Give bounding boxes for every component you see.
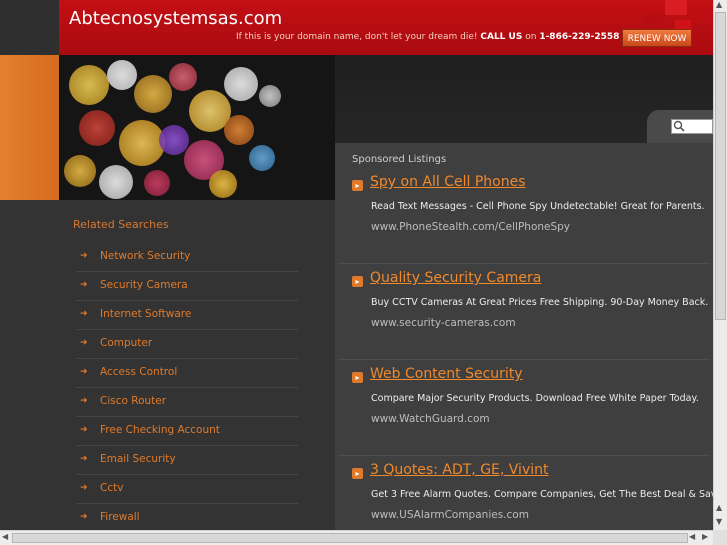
scroll-up-icon[interactable]: ▲	[716, 0, 722, 9]
listing-description: Buy CCTV Cameras At Great Prices Free Sh…	[371, 297, 709, 308]
sponsored-listing: ▸ 3 Quotes: ADT, GE, Vivint Get 3 Free A…	[338, 456, 722, 530]
orange-side-block	[0, 55, 59, 200]
list-item: ➜ Computer	[76, 330, 298, 359]
bokeh-lights-image	[59, 55, 335, 200]
listing-url-link[interactable]: www.USAlarmCompanies.com	[371, 509, 529, 521]
arrow-right-icon: ➜	[80, 483, 88, 493]
list-item: ➜ Access Control	[76, 359, 298, 388]
renew-now-button[interactable]: RENEW NOW	[622, 29, 692, 47]
list-item: ➜ Free Checking Account	[76, 417, 298, 446]
listing-description: Compare Major Security Products. Downloa…	[371, 393, 699, 404]
vertical-scrollbar[interactable]: ▲ ▲ ▼	[713, 0, 727, 530]
related-link[interactable]: Free Checking Account	[100, 424, 220, 436]
list-item: ➜ Security Camera	[76, 272, 298, 301]
search-icon[interactable]	[673, 120, 685, 132]
related-searches-title: Related Searches	[73, 218, 169, 231]
promo-on: on	[525, 32, 537, 42]
listing-headline-link[interactable]: Quality Security Camera	[370, 270, 541, 286]
promo-message: If this is your domain name, don't let y…	[236, 32, 478, 42]
arrow-right-icon: ▸	[352, 372, 363, 383]
related-searches-list: ➜ Network Security ➜ Security Camera ➜ Inte…	[76, 243, 298, 533]
list-item: ➜ Firewall	[76, 504, 298, 533]
related-link[interactable]: Security Camera	[100, 279, 188, 291]
header-left-block	[0, 0, 59, 55]
arrow-right-icon: ➜	[80, 454, 88, 464]
scrollbar-corner	[713, 530, 727, 545]
sponsored-listing: ▸ Web Content Security Compare Major Sec…	[338, 360, 710, 456]
related-link[interactable]: Internet Software	[100, 308, 191, 320]
site-title: Abtecnosystemsas.com	[69, 8, 283, 29]
arrow-right-icon: ▸	[352, 468, 363, 479]
related-link[interactable]: Computer	[100, 337, 152, 349]
promo-call-us: CALL US	[480, 32, 523, 42]
listing-url-link[interactable]: www.security-cameras.com	[371, 317, 516, 329]
listing-headline-link[interactable]: Web Content Security	[370, 366, 523, 382]
scroll-left-icon[interactable]: ◀	[689, 532, 695, 541]
arrow-right-icon: ➜	[80, 396, 88, 406]
listing-url-link[interactable]: www.WatchGuard.com	[371, 413, 490, 425]
list-item: ➜ Internet Software	[76, 301, 298, 330]
arrow-right-icon: ▸	[352, 180, 363, 191]
related-link[interactable]: Cisco Router	[100, 395, 166, 407]
renewal-promo-text: If this is your domain name, don't let y…	[236, 32, 632, 42]
arrow-right-icon: ➜	[80, 512, 88, 522]
arrow-right-icon: ➜	[80, 338, 88, 348]
arrow-right-icon: ➜	[80, 251, 88, 261]
horizontal-scrollbar[interactable]: ◀ ◀ ▶	[0, 530, 713, 545]
list-item: ➜ Network Security	[76, 243, 298, 272]
scroll-up-icon[interactable]: ▲	[716, 503, 722, 512]
scroll-left-icon[interactable]: ◀	[2, 532, 8, 541]
listing-description: Get 3 Free Alarm Quotes. Compare Compani…	[371, 489, 723, 500]
horizontal-scroll-thumb[interactable]	[12, 533, 688, 543]
arrow-right-icon: ➜	[80, 280, 88, 290]
listing-description: Read Text Messages - Cell Phone Spy Unde…	[371, 201, 705, 212]
vertical-scroll-thumb[interactable]	[715, 12, 726, 320]
arrow-right-icon: ➜	[80, 309, 88, 319]
sponsored-listings-title: Sponsored Listings	[352, 154, 447, 165]
listing-headline-link[interactable]: Spy on All Cell Phones	[370, 174, 525, 190]
list-item: ➜ Email Security	[76, 446, 298, 475]
list-item: ➜ Cisco Router	[76, 388, 298, 417]
scroll-right-icon[interactable]: ▶	[702, 532, 708, 541]
related-link[interactable]: Network Security	[100, 250, 190, 262]
listing-headline-link[interactable]: 3 Quotes: ADT, GE, Vivint	[370, 462, 548, 478]
promo-phone: 1-866-229-2558	[539, 32, 620, 42]
arrow-right-icon: ▸	[352, 276, 363, 287]
sponsored-listing: ▸ Spy on All Cell Phones Read Text Messa…	[338, 168, 710, 264]
scroll-down-icon[interactable]: ▼	[716, 517, 722, 526]
listing-url-link[interactable]: www.PhoneStealth.com/CellPhoneSpy	[371, 221, 570, 233]
sponsored-listing: ▸ Quality Security Camera Buy CCTV Camer…	[338, 264, 710, 360]
related-link[interactable]: Email Security	[100, 453, 176, 465]
arrow-right-icon: ➜	[80, 425, 88, 435]
related-link[interactable]: Access Control	[100, 366, 177, 378]
related-link[interactable]: Firewall	[100, 511, 140, 523]
related-link[interactable]: Cctv	[100, 482, 123, 494]
arrow-right-icon: ➜	[80, 367, 88, 377]
list-item: ➜ Cctv	[76, 475, 298, 504]
